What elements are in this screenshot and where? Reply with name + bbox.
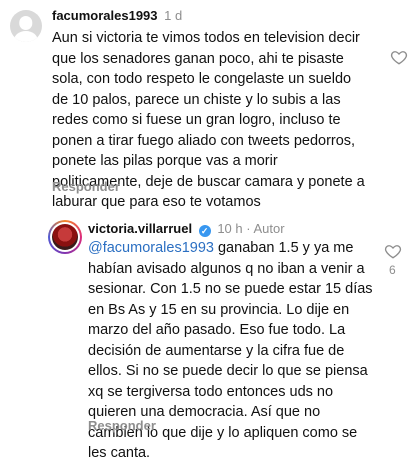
- like-count: 6: [389, 263, 396, 277]
- timestamp: 1 d: [164, 8, 183, 23]
- separator: ·: [246, 221, 251, 236]
- mention-link[interactable]: @facumorales1993: [88, 240, 214, 256]
- heart-outline-icon[interactable]: [384, 242, 402, 260]
- avatar[interactable]: [10, 10, 42, 42]
- reply-button[interactable]: Responder: [52, 179, 120, 194]
- avatar[interactable]: [48, 220, 82, 254]
- comment-facumorales: facumorales1993 1 d Aun si victoria te v…: [0, 0, 420, 210]
- reply-button[interactable]: Responder: [88, 418, 156, 433]
- heart-outline-icon[interactable]: [390, 48, 408, 66]
- username[interactable]: victoria.villarruel: [88, 221, 192, 236]
- timestamp: 10 h: [217, 221, 243, 236]
- comment-header: facumorales1993 1 d: [52, 7, 182, 25]
- username[interactable]: facumorales1993: [52, 8, 158, 23]
- author-label: Autor: [253, 221, 285, 236]
- comment-victoria-villarruel: victoria.villarruel ✓ 10 h · Autor @facu…: [0, 210, 420, 461]
- verified-badge-icon: ✓: [198, 225, 211, 237]
- comment-header: victoria.villarruel ✓ 10 h · Autor: [88, 220, 285, 238]
